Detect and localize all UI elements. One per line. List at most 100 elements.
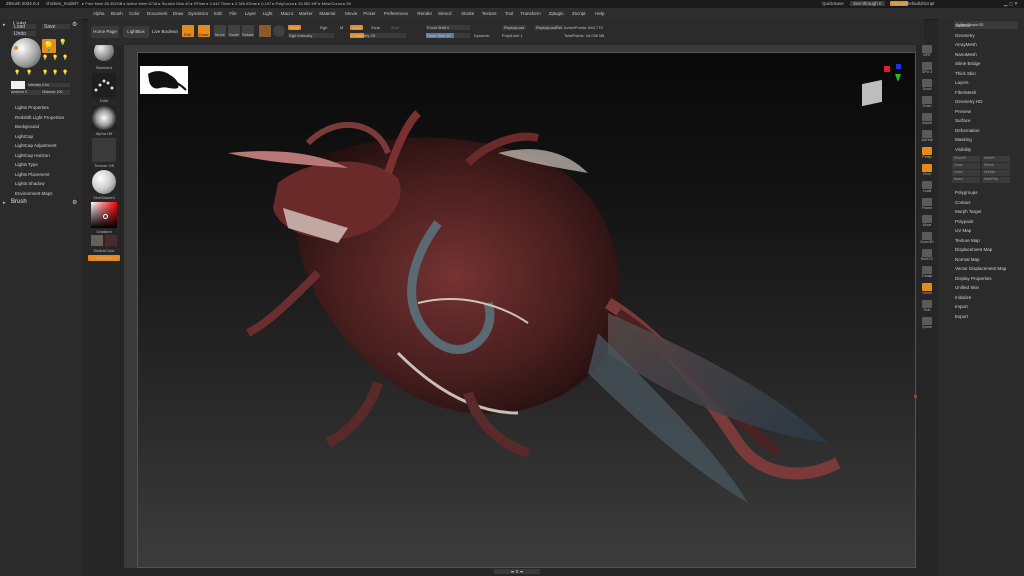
ambient-slider[interactable]: Ambient 3 (11, 90, 41, 95)
dynamic-toggle[interactable]: Dynamic (474, 33, 490, 38)
axis-x-icon[interactable] (884, 66, 890, 72)
tool-item-geometry[interactable]: Geometry (955, 33, 975, 38)
shelf-move-button[interactable]: Move (918, 215, 936, 231)
menu-help[interactable]: Help (595, 11, 604, 16)
switchcolor-label[interactable]: SwitchColor (88, 248, 120, 253)
menu-draw[interactable]: Draw (173, 11, 184, 16)
light-sphere-preview[interactable] (11, 38, 41, 68)
draw-button[interactable]: Draw (198, 25, 210, 37)
visibility-hidept-button[interactable]: HidePt (982, 156, 1010, 162)
lightbulb-icon[interactable]: 💡 (14, 70, 20, 76)
focal-shift-slider[interactable]: Focal Shift 0 (426, 25, 470, 30)
shelf-actual-button[interactable]: Actual (918, 113, 936, 129)
light-item-redshift-light-properties[interactable]: Redshift Light Properties (15, 115, 64, 120)
lightbulb-icon[interactable]: 💡 (42, 70, 48, 76)
menu-stencil[interactable]: Stencil (438, 11, 452, 16)
navigation-thumbnail[interactable] (140, 66, 188, 94)
home-page-button[interactable]: Home Page (91, 26, 119, 38)
mrgb-button[interactable] (259, 25, 271, 37)
dots-stroke-icon[interactable] (92, 73, 116, 97)
menu-layer[interactable]: Layer (245, 11, 256, 16)
tool-item-texture-map[interactable]: Texture Map (955, 238, 980, 243)
default-zscript-button[interactable]: DefaultZScript (906, 1, 935, 6)
lightbulb-icon[interactable]: 💡 (26, 70, 32, 76)
shelf-bpr-button[interactable]: BPR (918, 45, 936, 61)
replaylast-button[interactable]: ReplayLast (502, 25, 527, 30)
menus-button[interactable]: Menus (890, 1, 908, 6)
draw-size-slider[interactable]: Draw Size 64 (426, 33, 470, 38)
zadd-toggle[interactable]: Zadd (350, 25, 364, 30)
z-intensity-slider[interactable]: Z Intensity 25 (350, 33, 406, 38)
menu-movie[interactable]: Movie (345, 11, 357, 16)
color-picker-cursor[interactable] (103, 214, 108, 219)
lightbulb-icon[interactable]: 💡 (62, 70, 68, 76)
zcut-toggle[interactable]: Zcut (391, 25, 399, 30)
shelf-aahalf-button[interactable]: AAHalf (918, 130, 936, 146)
tool-item-export[interactable]: Export (955, 314, 968, 319)
menu-preferences[interactable]: Preferences (384, 11, 408, 16)
tool-item-deformation[interactable]: Deformation (955, 128, 980, 133)
lightbulb-icon[interactable]: 💡 (52, 55, 58, 61)
orientation-gizmo[interactable] (856, 64, 904, 112)
menu-material[interactable]: Material (319, 11, 335, 16)
rgb-intensity-slider[interactable]: Rgb Intensity (288, 33, 334, 38)
light-position-dot[interactable] (14, 46, 18, 50)
rotate-button[interactable]: Rotate (242, 25, 254, 37)
menu-light[interactable]: Light (263, 11, 273, 16)
shelf-solo-button[interactable]: Solo (918, 300, 936, 316)
tool-item-masking[interactable]: Masking (955, 137, 972, 142)
tool-item-normal-map[interactable]: Normal Map (955, 257, 980, 262)
menu-render[interactable]: Render (417, 11, 432, 16)
menu-alpha[interactable]: Alpha (93, 11, 105, 16)
alternate-button[interactable]: Alternate (88, 255, 120, 261)
light-item-lightcap[interactable]: LightCap (15, 134, 33, 139)
shelf-spix-3-button[interactable]: SPix 3 (918, 62, 936, 78)
lightbulb-icon[interactable]: 💡 (59, 39, 66, 46)
tool-item-polygroups[interactable]: Polygroups (955, 190, 978, 195)
visibility-grow-button[interactable]: Grow (952, 163, 980, 169)
tool-item-surface[interactable]: Surface (955, 118, 971, 123)
undo-button[interactable]: Undo (12, 31, 36, 37)
shelf-transp-button[interactable]: Transp (918, 266, 936, 282)
dragon-model[interactable] (138, 53, 915, 567)
color-picker[interactable] (91, 202, 117, 228)
axis-y-icon[interactable] (895, 74, 901, 82)
tool-item-import[interactable]: Import (955, 304, 968, 309)
shelf-persp-button[interactable]: Persp (918, 147, 936, 163)
tool-item-geometry-hd[interactable]: Geometry HD (955, 99, 983, 104)
horizontal-scroll-handle[interactable]: ⬅ ⬆ ➡ (494, 569, 540, 574)
tool-item-thick-skin[interactable]: Thick Skin (955, 71, 976, 76)
tool-item-display-properties[interactable]: Display Properties (955, 276, 992, 281)
collapse-icon[interactable]: ▸ (3, 22, 6, 28)
gizmo-head-icon[interactable] (862, 79, 882, 107)
tool-item-visibility[interactable]: Visibility (955, 147, 971, 152)
move-button[interactable]: Move (214, 25, 226, 37)
light-item-environment-maps[interactable]: Environment Maps (15, 191, 53, 196)
shelf-rotxyz-button[interactable]: RotXYZ (918, 249, 936, 265)
see-through-slider[interactable]: See-through 0 (850, 1, 885, 6)
menu-marker[interactable]: Marker (299, 11, 313, 16)
lightbox-button[interactable]: LightBox (123, 26, 149, 38)
secondary-color-swatch[interactable] (105, 235, 117, 246)
menu-macro[interactable]: Macro (281, 11, 294, 16)
main-color-swatch[interactable] (91, 235, 103, 246)
visibility-showpt-button[interactable]: ShowPt (952, 156, 980, 162)
lightbulb-icon[interactable]: 💡 (42, 55, 48, 61)
menu-transform[interactable]: Transform (520, 11, 540, 16)
tool-item-layers[interactable]: Layers (955, 80, 969, 85)
shelf-zoom-button[interactable]: Zoom (918, 96, 936, 112)
tool-item-arraymesh[interactable]: ArrayMesh (955, 42, 977, 47)
shelf-zoom3d-button[interactable]: Zoom3D (918, 232, 936, 248)
material-icon[interactable] (92, 170, 116, 194)
visibility-invert-button[interactable]: Invert (952, 177, 980, 183)
alpha-icon[interactable] (92, 106, 116, 130)
zsub-toggle[interactable]: Zsub (371, 25, 380, 30)
light-item-lights-properties[interactable]: Lights Properties (15, 105, 49, 110)
menu-zscript[interactable]: Zscript (572, 11, 586, 16)
lightbulb-icon[interactable]: 💡 (52, 70, 58, 76)
visibility-unhide-button[interactable]: Unhide (982, 170, 1010, 176)
shelf-xpose-button[interactable]: Xpose (918, 317, 936, 333)
collapse-icon[interactable]: ▸ (3, 200, 6, 206)
menu-color[interactable]: Color (129, 11, 140, 16)
tool-item-contact[interactable]: Contact (955, 200, 971, 205)
